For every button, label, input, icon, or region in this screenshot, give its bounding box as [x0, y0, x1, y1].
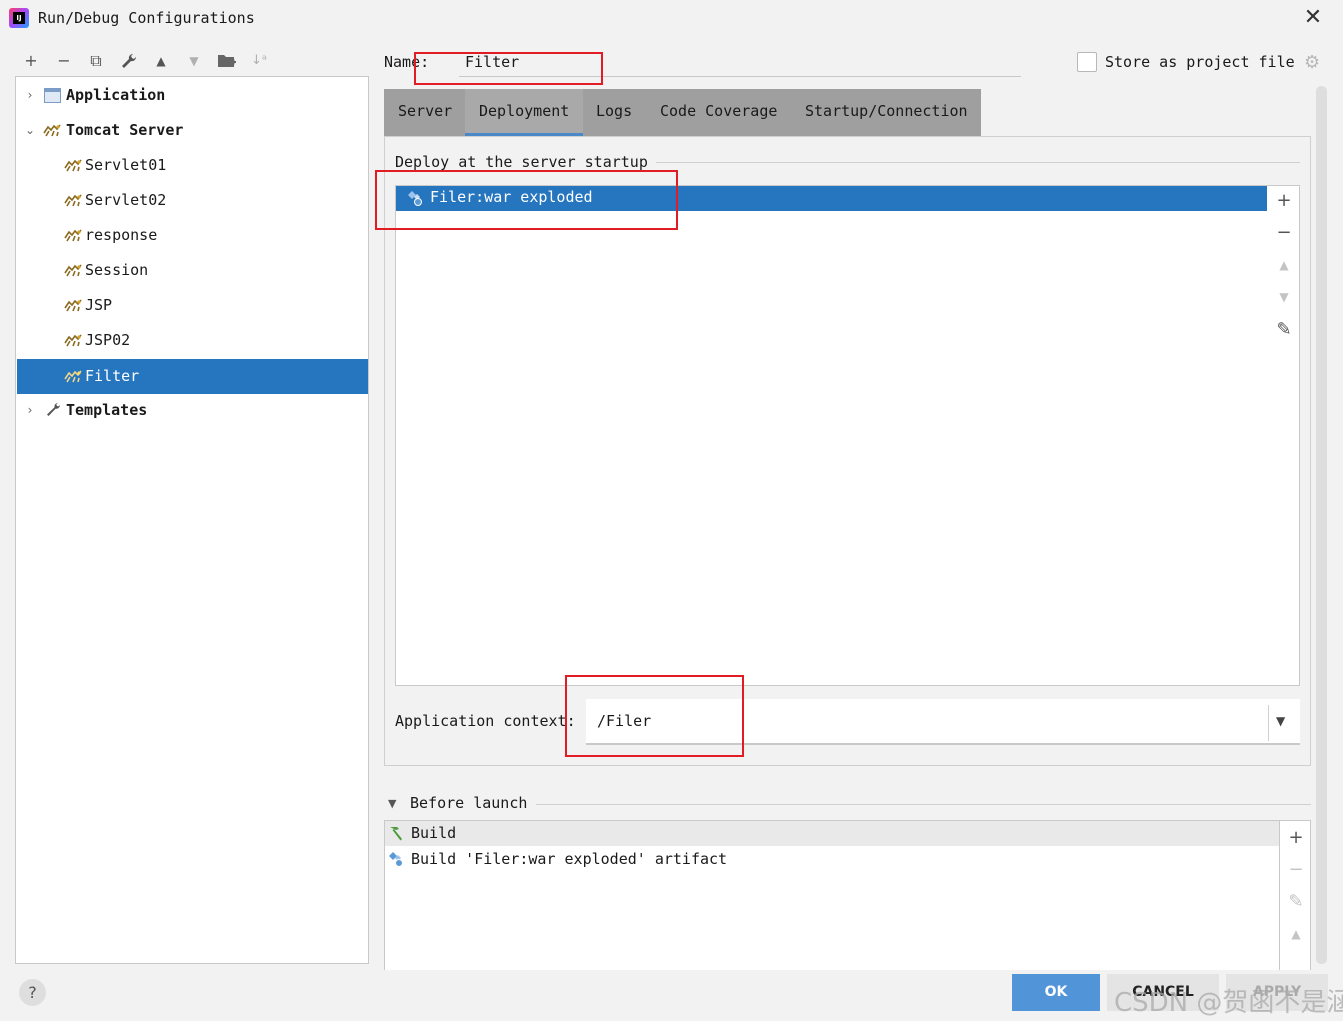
application-icon	[44, 88, 61, 103]
list-item[interactable]: Build 'Filer:war exploded' artifact	[385, 847, 1279, 872]
collapse-arrow-icon[interactable]: ▼	[388, 797, 396, 810]
configuration-tree[interactable]: › Application ⌄ Tomcat Server Servlet01 …	[15, 76, 369, 964]
help-button[interactable]: ?	[19, 979, 46, 1006]
tomcat-icon	[64, 228, 82, 242]
tomcat-icon	[64, 369, 82, 383]
hammer-icon	[387, 825, 405, 841]
tab-code-coverage[interactable]: Code Coverage	[646, 89, 791, 136]
deploy-artifact-list[interactable]	[395, 185, 1269, 686]
tree-label: Filter	[85, 367, 140, 385]
deploy-list-toolbar: + − ▲ ▼ ✎	[1268, 185, 1300, 686]
chevron-right-icon[interactable]: ›	[23, 393, 37, 428]
tree-item-session[interactable]: Session	[17, 253, 368, 288]
remove-icon[interactable]: −	[53, 50, 75, 72]
tree-item-jsp[interactable]: JSP	[17, 288, 368, 323]
tree-item-filter[interactable]: Filter	[17, 359, 368, 394]
tomcat-icon	[64, 298, 82, 312]
tree-label: JSP02	[85, 331, 131, 349]
move-up-icon[interactable]: ▲	[150, 50, 172, 72]
separator	[1268, 705, 1269, 741]
deploy-section-title: Deploy at the server startup	[395, 153, 656, 171]
tab-startup-connection[interactable]: Startup/Connection	[791, 89, 982, 136]
chevron-right-icon[interactable]: ›	[23, 78, 37, 113]
list-item[interactable]: Build	[385, 821, 1279, 846]
tree-item-jsp02[interactable]: JSP02	[17, 323, 368, 358]
ok-button[interactable]: OK	[1012, 974, 1100, 1011]
wrench-icon	[44, 402, 62, 416]
window-title: Run/Debug Configurations	[38, 9, 255, 27]
add-icon[interactable]: +	[1280, 827, 1312, 848]
move-up-icon[interactable]: ▲	[1268, 258, 1300, 272]
sort-icon[interactable]: ↓ᵃ	[248, 50, 270, 72]
tree-label: Servlet01	[85, 156, 167, 174]
copy-icon[interactable]: ⧉	[85, 50, 107, 72]
tree-item-templates[interactable]: › Templates	[17, 393, 368, 428]
add-icon[interactable]: +	[1268, 190, 1300, 211]
tomcat-icon	[43, 123, 61, 137]
annotation-box-artifact	[375, 170, 678, 230]
list-item-label: Build	[411, 824, 457, 842]
annotation-box-name	[414, 52, 603, 85]
store-as-project-file-label[interactable]: Store as project file	[1105, 53, 1295, 71]
wrench-icon[interactable]	[118, 50, 140, 72]
tree-label: Servlet02	[85, 191, 167, 209]
store-as-project-file-checkbox[interactable]	[1077, 52, 1097, 72]
tree-item-tomcat-server[interactable]: ⌄ Tomcat Server	[17, 113, 368, 148]
chevron-down-icon[interactable]: ⌄	[23, 113, 37, 148]
tree-item-servlet01[interactable]: Servlet01	[17, 148, 368, 183]
move-down-icon[interactable]: ▼	[1268, 290, 1300, 304]
gear-icon[interactable]: ⚙	[1304, 53, 1324, 73]
close-icon[interactable]: ✕	[1300, 6, 1326, 32]
watermark: CSDN @贺函不是涵	[1114, 988, 1343, 1018]
before-launch-title[interactable]: Before launch	[410, 794, 527, 812]
tree-item-application[interactable]: › Application	[17, 78, 368, 113]
tomcat-icon	[64, 158, 82, 172]
tree-item-servlet02[interactable]: Servlet02	[17, 183, 368, 218]
separator	[536, 804, 1311, 805]
tree-item-response[interactable]: response	[17, 218, 368, 253]
tab-logs[interactable]: Logs	[582, 89, 646, 136]
tomcat-icon	[64, 333, 82, 347]
intellij-app-icon: IJ	[9, 8, 29, 28]
annotation-box-context	[565, 675, 744, 757]
tree-label: Session	[85, 261, 149, 279]
edit-icon[interactable]: ✎	[1280, 891, 1312, 912]
separator	[655, 162, 1300, 163]
tree-label: Application	[66, 86, 166, 104]
tree-label: response	[85, 226, 158, 244]
add-icon[interactable]: +	[20, 50, 42, 72]
move-down-icon[interactable]: ▼	[183, 50, 205, 72]
artifact-icon	[387, 851, 405, 867]
tab-server[interactable]: Server	[384, 89, 466, 136]
remove-icon[interactable]: −	[1280, 859, 1312, 880]
tab-bar: Server Deployment Logs Code Coverage Sta…	[384, 89, 981, 136]
vertical-scrollbar[interactable]	[1316, 86, 1327, 964]
tab-deployment[interactable]: Deployment	[465, 89, 584, 136]
move-up-icon[interactable]: ▲	[1280, 927, 1312, 941]
remove-icon[interactable]: −	[1268, 222, 1300, 243]
before-launch-toolbar: + − ✎ ▲	[1280, 820, 1311, 970]
tree-label: Tomcat Server	[66, 121, 184, 139]
edit-icon[interactable]: ✎	[1268, 319, 1300, 340]
tomcat-icon	[64, 263, 82, 277]
application-context-label: Application context:	[395, 712, 576, 730]
tomcat-icon	[64, 193, 82, 207]
chevron-down-icon[interactable]: ▼	[1276, 714, 1285, 728]
folder-add-icon[interactable]	[216, 50, 238, 72]
list-item-label: Build 'Filer:war exploded' artifact	[411, 850, 728, 868]
tree-label: Templates	[66, 401, 148, 419]
tree-label: JSP	[85, 296, 113, 314]
